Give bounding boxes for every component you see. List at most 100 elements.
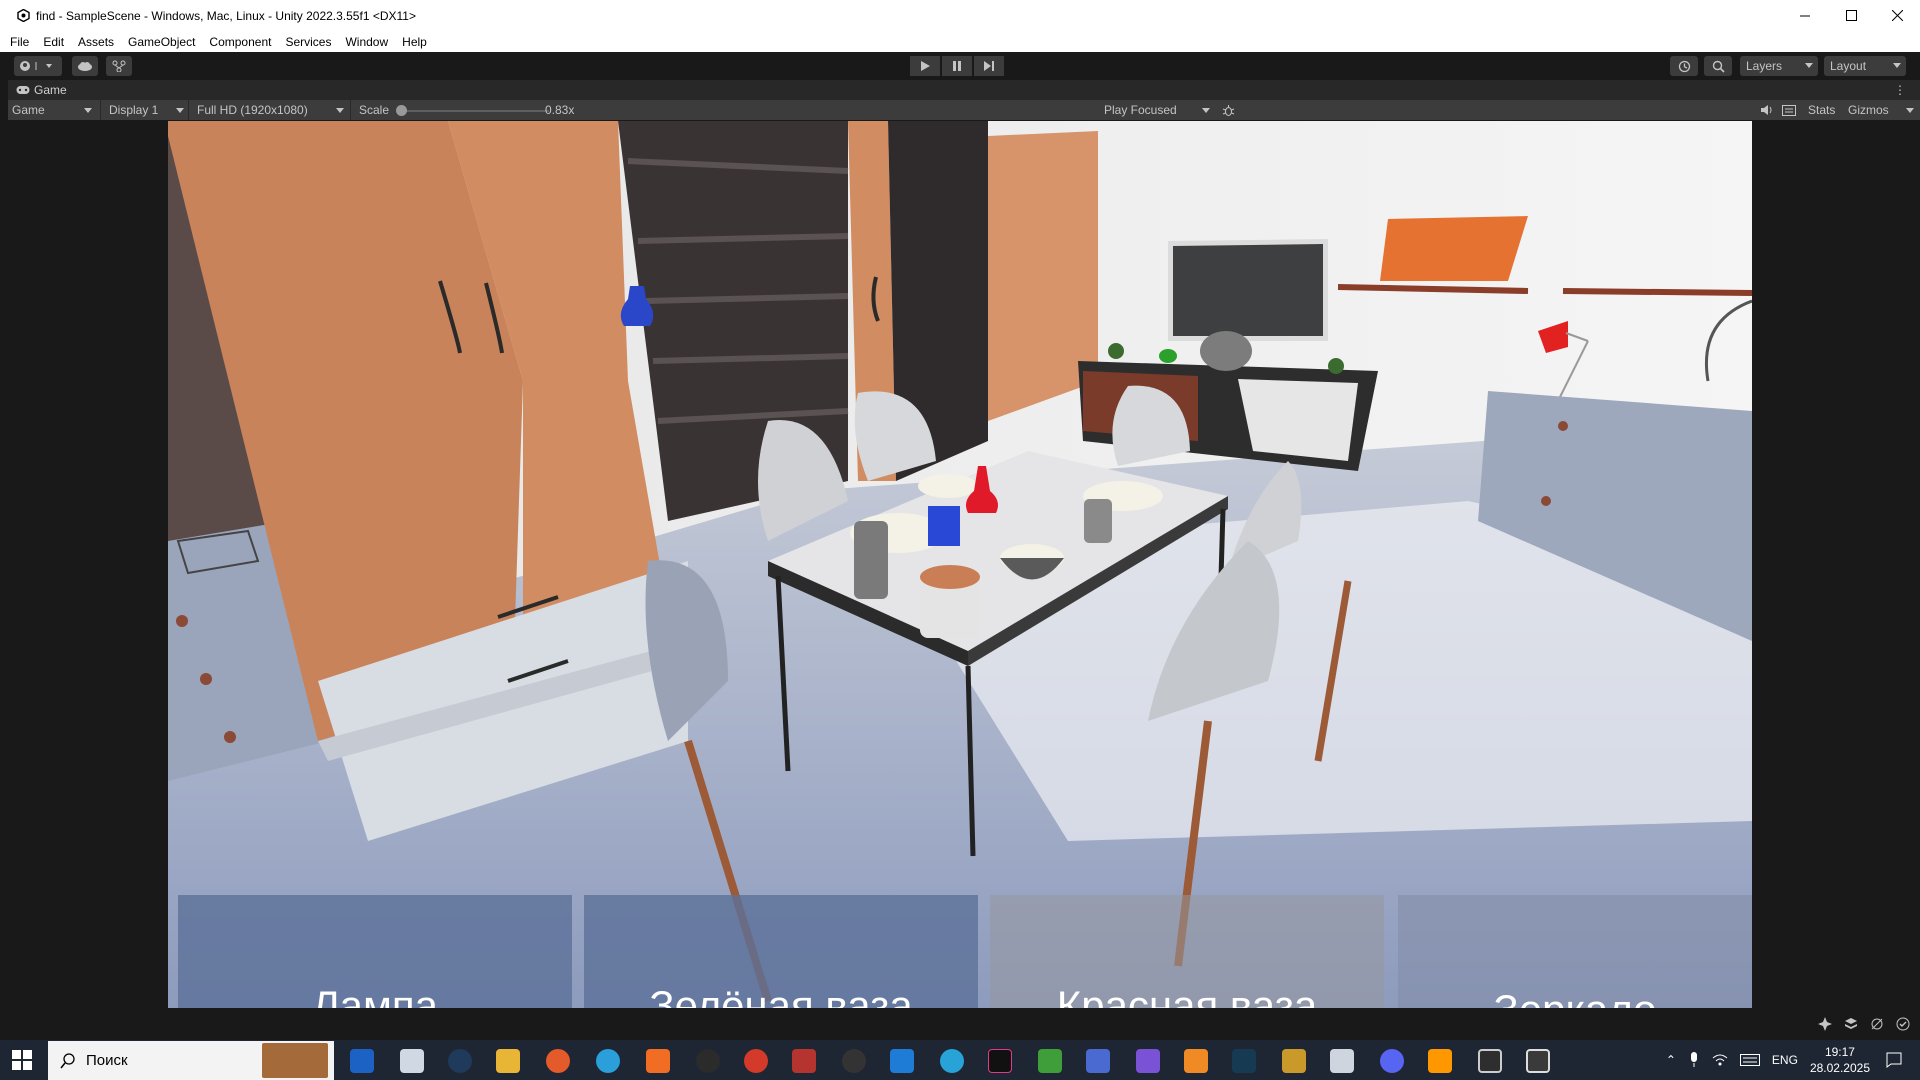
microphone-icon[interactable] <box>1688 1052 1700 1068</box>
search-icon <box>60 1052 75 1068</box>
minimize-icon[interactable] <box>1782 0 1828 31</box>
menu-assets[interactable]: Assets <box>78 35 114 49</box>
drawer-knob <box>200 673 212 685</box>
keyboard-shortcuts-button[interactable] <box>1782 100 1798 120</box>
tv-screen <box>1173 244 1323 336</box>
check-icon[interactable] <box>1896 1017 1910 1031</box>
notifications-icon[interactable] <box>1886 1052 1902 1068</box>
gizmos-dropdown[interactable]: Gizmos <box>1848 100 1918 120</box>
taskbar-app-icon[interactable] <box>1282 1049 1306 1073</box>
menu-component[interactable]: Component <box>209 35 271 49</box>
chevron-down-icon <box>1906 108 1914 113</box>
windows-start-icon[interactable] <box>12 1050 32 1070</box>
debug-toggle-icon[interactable] <box>1870 1017 1884 1031</box>
menu-services[interactable]: Services <box>285 35 331 49</box>
maximize-icon[interactable] <box>1828 0 1874 31</box>
main-toolbar: Layers Layout <box>0 52 1920 80</box>
resolution-dropdown[interactable]: Full HD (1920x1080) <box>188 100 348 120</box>
stats-button[interactable]: Stats <box>1808 100 1835 120</box>
gizmos-label: Gizmos <box>1848 103 1889 117</box>
wifi-icon[interactable] <box>1712 1053 1728 1067</box>
taskbar-app-icon[interactable] <box>1038 1049 1062 1073</box>
menu-file[interactable]: File <box>10 35 29 49</box>
taskbar-app-icon[interactable] <box>1330 1049 1354 1073</box>
game-viewport[interactable]: Лампа Зелёная ваза Красная ваза Зеркало <box>168 121 1752 1008</box>
menu-edit[interactable]: Edit <box>43 35 64 49</box>
history-button[interactable] <box>1670 56 1698 76</box>
history-icon <box>1678 60 1690 72</box>
taskbar-app-icon[interactable] <box>1232 1049 1256 1073</box>
taskbar-search[interactable]: Поиск <box>48 1041 334 1080</box>
version-control-button[interactable] <box>106 56 132 76</box>
taskbar-app-icon[interactable] <box>1086 1049 1110 1073</box>
answer-button-lamp[interactable]: Лампа <box>178 895 572 1008</box>
file-explorer-icon[interactable] <box>496 1049 520 1073</box>
display-label: Display 1 <box>109 103 159 117</box>
taskbar-app-icon[interactable] <box>646 1049 670 1073</box>
keyboard-icon[interactable] <box>1739 1054 1760 1066</box>
game-tab[interactable]: Game ⋮ <box>8 80 1920 100</box>
account-button[interactable] <box>14 56 62 76</box>
scale-slider-knob[interactable] <box>396 105 407 116</box>
taskbar-app-icon[interactable] <box>744 1049 768 1073</box>
step-button[interactable] <box>974 56 1004 76</box>
jar-lid <box>920 565 980 589</box>
play-focused-label: Play Focused <box>1104 103 1177 117</box>
mute-audio-button[interactable] <box>1760 100 1776 120</box>
unity-hub-icon[interactable] <box>1478 1049 1502 1073</box>
potted-plant <box>1328 358 1344 374</box>
language-indicator[interactable]: ENG <box>1772 1053 1798 1067</box>
menu-bar: File Edit Assets GameObject Component Se… <box>0 31 1920 52</box>
menu-help[interactable]: Help <box>402 35 427 49</box>
play-focused-dropdown[interactable]: Play Focused <box>1104 100 1214 120</box>
drawer-knob <box>176 615 188 627</box>
clock[interactable]: 19:17 28.02.2025 <box>1810 1044 1870 1076</box>
telegram-icon[interactable] <box>596 1049 620 1073</box>
layers-dropdown[interactable]: Layers <box>1740 56 1818 76</box>
grey-cup <box>854 521 888 599</box>
scale-slider-track[interactable] <box>401 110 549 112</box>
taskbar-app-icon[interactable] <box>988 1049 1012 1073</box>
cloud-button[interactable] <box>72 56 98 76</box>
taskbar-app-icon[interactable] <box>792 1049 816 1073</box>
play-button[interactable] <box>910 56 940 76</box>
firefox-icon[interactable] <box>546 1049 570 1073</box>
display-dropdown[interactable]: Display 1 <box>100 100 188 120</box>
chevron-down-icon <box>1893 63 1901 68</box>
menu-gameobject[interactable]: GameObject <box>128 35 195 49</box>
search-button[interactable] <box>1704 56 1732 76</box>
chevron-down-icon <box>1805 63 1813 68</box>
taskbar-app-icon[interactable] <box>400 1049 424 1073</box>
taskbar-app-icon[interactable] <box>940 1049 964 1073</box>
discord-icon[interactable] <box>1380 1049 1404 1073</box>
taskbar-app-icon[interactable] <box>696 1049 720 1073</box>
menu-window[interactable]: Window <box>345 35 388 49</box>
wall-shelf <box>1337 284 1529 294</box>
grey-cup <box>1084 499 1112 543</box>
game-mode-dropdown[interactable]: Game <box>12 100 96 120</box>
unity-editor-icon[interactable] <box>1526 1049 1550 1073</box>
taskbar-app-icon[interactable] <box>1136 1049 1160 1073</box>
drawer-knob <box>1541 496 1551 506</box>
bug-button[interactable] <box>1222 100 1238 120</box>
answer-button-red-vase[interactable]: Красная ваза <box>990 895 1384 1008</box>
taskbar-app-icon[interactable] <box>1184 1049 1208 1073</box>
layers-toggle-icon[interactable] <box>1844 1017 1858 1031</box>
game-tab-label: Game <box>34 83 67 97</box>
chevron-up-icon[interactable]: ⌃ <box>1666 1053 1676 1067</box>
close-icon[interactable] <box>1874 0 1920 31</box>
cloud-icon <box>78 62 92 71</box>
answer-button-mirror[interactable]: Зеркало <box>1398 895 1752 1008</box>
layout-dropdown[interactable]: Layout <box>1824 56 1906 76</box>
play-controls <box>910 56 1004 76</box>
answer-button-green-vase[interactable]: Зелёная ваза <box>584 895 978 1008</box>
taskbar-app-icon[interactable] <box>1428 1049 1452 1073</box>
gizmo-toggle-icon[interactable] <box>1818 1017 1832 1031</box>
taskbar-app-icon[interactable] <box>350 1049 374 1073</box>
steam-icon[interactable] <box>448 1049 472 1073</box>
taskbar-app-icon[interactable] <box>890 1049 914 1073</box>
more-options-icon[interactable]: ⋮ <box>1894 83 1906 97</box>
pause-button[interactable] <box>942 56 972 76</box>
taskbar-app-icon[interactable] <box>842 1049 866 1073</box>
scale-label: Scale <box>350 100 389 120</box>
